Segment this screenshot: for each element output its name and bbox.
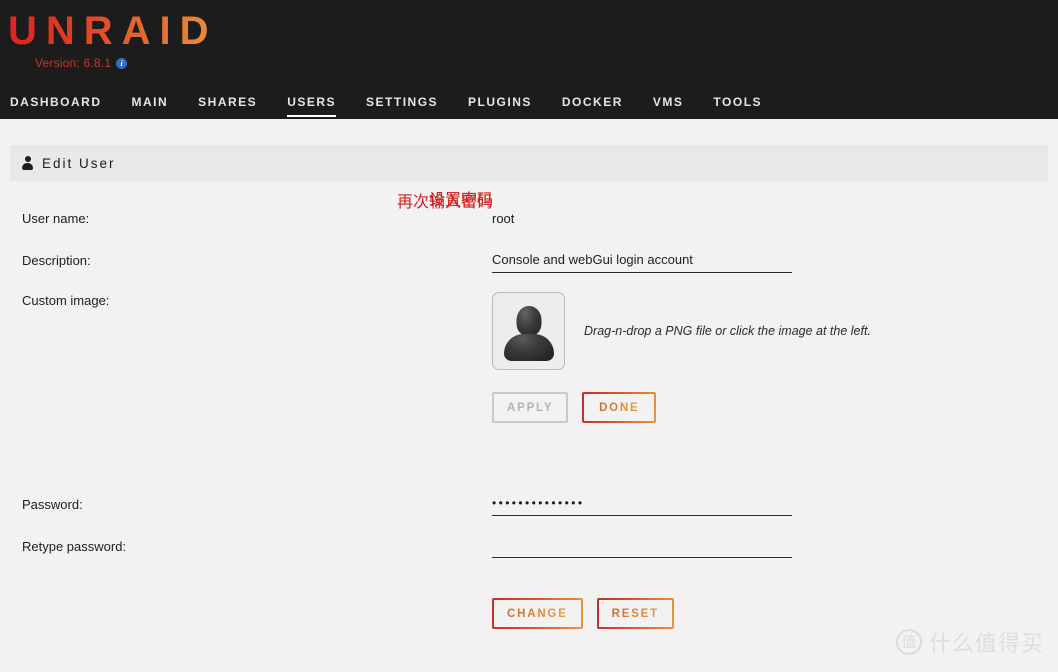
avatar-body-shape [504,334,554,361]
apply-button-label: APPLY [507,402,553,414]
nav-item-main[interactable]: MAIN [132,95,189,110]
info-icon[interactable]: i [116,58,127,69]
row-retype-password: Retype password: [0,538,1058,560]
nav-item-dashboard[interactable]: DASHBOARD [10,95,122,110]
unraid-logo: UNRAID [8,9,218,53]
user-icon [22,156,33,170]
retype-password-label: Retype password: [0,538,492,556]
page-title: Edit User [42,156,116,171]
description-input[interactable] [492,252,792,273]
avatar-placeholder-icon[interactable] [492,292,565,370]
nav-item-users[interactable]: USERS [287,95,356,110]
password-label: Password: [0,496,492,514]
watermark-text: 什么值得买 [929,626,1044,658]
drag-drop-hint: Drag-n-drop a PNG file or click the imag… [584,324,871,338]
edit-user-form: User name: root Description: Custom imag… [0,210,1058,629]
avatar-head-shape [516,306,541,336]
nav-item-tools[interactable]: TOOLS [713,95,782,110]
nav-item-vms[interactable]: VMS [653,95,704,110]
row-image-buttons: APPLY DONE [0,392,1058,423]
custom-image-label: Custom image: [0,292,492,310]
apply-button[interactable]: APPLY [492,392,568,423]
top-header-bar: UNRAID Version: 6.8.1 i DASHBOARD MAIN S… [0,0,1058,119]
version-label: Version: 6.8.1 [35,56,111,70]
username-label: User name: [0,210,492,228]
username-value: root [492,210,514,228]
main-navigation: DASHBOARD MAIN SHARES USERS SETTINGS PLU… [10,95,792,110]
row-password-buttons: CHANGE RESET [0,598,1058,629]
description-label: Description: [0,252,492,270]
retype-password-input[interactable] [492,538,792,558]
done-button-label: DONE [599,402,639,414]
nav-item-plugins[interactable]: PLUGINS [468,95,552,110]
watermark-badge-icon: 值 [896,629,922,655]
password-input[interactable] [492,496,792,516]
row-custom-image: Custom image: Drag-n-drop a PNG file or … [0,292,1058,370]
nav-item-docker[interactable]: DOCKER [562,95,643,110]
row-username: User name: root [0,210,1058,232]
nav-item-settings[interactable]: SETTINGS [366,95,458,110]
row-password: Password: [0,496,1058,518]
change-button-label: CHANGE [507,608,568,620]
version-info: Version: 6.8.1 i [35,56,127,70]
retype-password-annotation: 再次输入密码 [300,188,493,212]
nav-item-shares[interactable]: SHARES [198,95,277,110]
watermark: 值 什么值得买 [896,626,1044,658]
reset-button-label: RESET [612,608,659,620]
done-button[interactable]: DONE [582,392,656,423]
password-button-group: CHANGE RESET [492,598,674,629]
row-description: Description: [0,252,1058,274]
custom-image-control: Drag-n-drop a PNG file or click the imag… [492,292,871,370]
image-button-group: APPLY DONE [492,392,656,423]
edit-user-panel-header: Edit User [10,145,1048,181]
change-button[interactable]: CHANGE [492,598,583,629]
reset-button[interactable]: RESET [597,598,674,629]
